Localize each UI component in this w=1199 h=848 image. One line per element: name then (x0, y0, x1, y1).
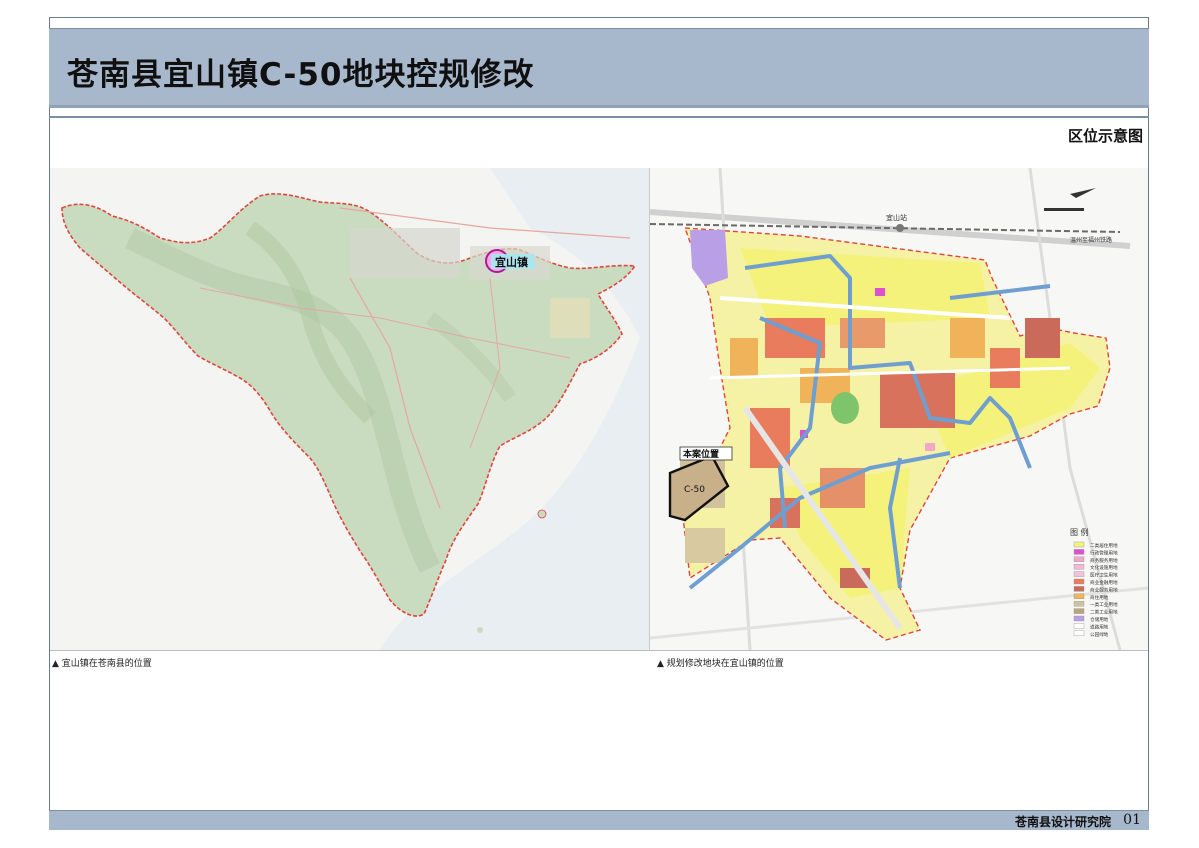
legend-label: 道路用地 (1090, 623, 1109, 630)
legend-swatch (1073, 564, 1085, 570)
footer-band: 苍南县设计研究院 01 (49, 810, 1149, 830)
title-band: 苍南县宜山镇C-50地块控规修改 (49, 28, 1149, 108)
station-icon (896, 224, 904, 232)
footer-organization: 苍南县设计研究院 (1014, 815, 1111, 829)
county-map: 宜山镇 (50, 168, 649, 650)
site-label: 本案位置 (683, 448, 719, 460)
page-number: 01 (1123, 812, 1141, 828)
legend-label: 行政管理用地 (1090, 549, 1118, 556)
legend-swatch (1073, 571, 1085, 577)
scale-bar (1044, 208, 1084, 211)
legend-swatch (1073, 541, 1085, 548)
legend-label: 商务服务用地 (1090, 557, 1118, 564)
town-label: 宜山镇 (495, 255, 528, 269)
legend-title: 图 例 (1070, 527, 1089, 537)
legend-swatch (1073, 549, 1085, 555)
legend-label: 商业金融用地 (1090, 579, 1118, 586)
town-plan-map: 宜山站 温州至福州铁路 C-50 本案位置 图 例 二类居住用地行政管理用地商务… (650, 168, 1148, 650)
legend-label: 二类居住用地 (1090, 542, 1118, 549)
legend-label: 商业服务用地 (1090, 586, 1118, 593)
legend-label: 公园绿地 (1090, 631, 1109, 638)
railway-label: 温州至福州铁路 (1070, 236, 1112, 244)
legend-label: 仓储用地 (1090, 616, 1109, 623)
legend-swatch (1073, 556, 1085, 562)
caption-rule (50, 650, 1148, 651)
station-label: 宜山站 (886, 213, 907, 222)
central-park (831, 392, 859, 424)
page-title: 苍南县宜山镇C-50地块控规修改 (67, 57, 535, 93)
legend-swatch (1073, 601, 1085, 607)
title-rule (49, 116, 1149, 118)
legend-label: 文化设施用地 (1090, 564, 1118, 571)
section-label: 区位示意图 (1067, 127, 1143, 145)
caption-right: ▲ 规划修改地块在宜山镇的位置 (657, 659, 784, 669)
legend-label: 一类工业用地 (1090, 601, 1118, 608)
legend-swatch (1073, 578, 1085, 585)
parcel-label: C-50 (684, 485, 705, 495)
caption-left: ▲ 宜山镇在苍南县的位置 (52, 659, 152, 669)
legend-label: 二类工业用地 (1090, 609, 1118, 616)
legend-swatch (1073, 586, 1085, 592)
legend-swatch (1073, 615, 1085, 622)
legend-label: 医疗卫生用地 (1090, 572, 1118, 579)
legend-label: 商住用地 (1090, 594, 1109, 601)
legend-swatch (1073, 623, 1085, 629)
legend-swatch (1073, 593, 1085, 599)
county-map-panel: 宜山镇 (50, 168, 649, 650)
town-plan-panel: 宜山站 温州至福州铁路 C-50 本案位置 图 例 二类居住用地 行政管理用地 … (650, 168, 1148, 650)
legend-swatch (1073, 608, 1085, 614)
legend-swatch (1073, 630, 1085, 636)
